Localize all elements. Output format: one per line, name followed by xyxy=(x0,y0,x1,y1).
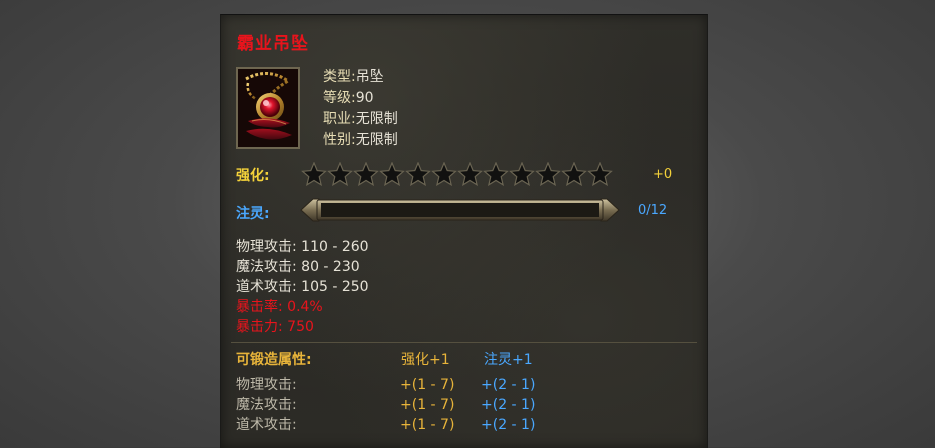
spirit-value: 0/12 xyxy=(638,203,668,218)
forge-row-spirit: +(2 - 1) xyxy=(481,377,536,393)
star-icon xyxy=(483,162,509,186)
star-icon xyxy=(535,162,561,186)
forge-row-name: 魔法攻击: xyxy=(236,397,297,413)
forge-row: 魔法攻击: +(1 - 7) +(2 - 1) xyxy=(236,395,696,415)
pendant-icon xyxy=(238,69,298,147)
star-icon xyxy=(561,162,587,186)
strengthen-label: 强化: xyxy=(236,168,270,184)
forge-row-spirit: +(2 - 1) xyxy=(481,397,536,413)
item-tooltip-panel: 霸业吊坠 类型: 吊坠 等级: 90 职业: 无限制 性别: 无限制 强化: +… xyxy=(220,14,708,448)
info-class-key: 职业: xyxy=(323,111,356,127)
forge-row-spirit: +(2 - 1) xyxy=(481,417,536,433)
star-icon xyxy=(509,162,535,186)
info-level-key: 等级: xyxy=(323,90,356,106)
forge-row-strengthen: +(1 - 7) xyxy=(400,417,455,433)
info-gender-key: 性别: xyxy=(323,132,356,148)
strengthen-stars xyxy=(301,162,613,186)
star-icon xyxy=(431,162,457,186)
star-icon xyxy=(353,162,379,186)
info-class: 职业: 无限制 xyxy=(323,109,398,130)
star-icon xyxy=(587,162,613,186)
star-icon xyxy=(457,162,483,186)
forge-row-strengthen: +(1 - 7) xyxy=(400,397,455,413)
forge-col-spirit: 注灵+1 xyxy=(484,352,533,368)
stat-crit-power: 暴击力: 750 xyxy=(236,319,314,335)
forge-row-strengthen: +(1 - 7) xyxy=(400,377,455,393)
item-icon-frame[interactable] xyxy=(236,67,300,149)
star-icon xyxy=(379,162,405,186)
star-icon xyxy=(327,162,353,186)
stat-taoist-attack: 道术攻击: 105 - 250 xyxy=(236,279,369,295)
attribute-stats: 物理攻击: 110 - 260 魔法攻击: 80 - 230 道术攻击: 105… xyxy=(236,237,369,337)
forge-title: 可锻造属性: xyxy=(236,352,312,368)
info-type-value: 吊坠 xyxy=(355,69,384,85)
forge-row-name: 道术攻击: xyxy=(236,417,297,433)
spirit-progress-bar xyxy=(300,198,620,222)
info-level-value: 90 xyxy=(355,90,374,106)
star-icon xyxy=(405,162,431,186)
forge-col-strengthen: 强化+1 xyxy=(401,352,450,368)
spirit-label: 注灵: xyxy=(236,206,270,222)
item-name: 霸业吊坠 xyxy=(237,34,309,54)
info-type: 类型: 吊坠 xyxy=(323,67,398,88)
stat-crit-rate: 暴击率: 0.4% xyxy=(236,299,323,315)
forge-table: 物理攻击: +(1 - 7) +(2 - 1) 魔法攻击: +(1 - 7) +… xyxy=(236,375,696,435)
stat-magic-attack: 魔法攻击: 80 - 230 xyxy=(236,259,360,275)
info-class-value: 无限制 xyxy=(355,111,398,127)
forge-row: 道术攻击: +(1 - 7) +(2 - 1) xyxy=(236,415,696,435)
section-divider xyxy=(231,342,697,343)
strengthen-value: +0 xyxy=(653,167,673,182)
info-type-key: 类型: xyxy=(323,69,356,85)
info-level: 等级: 90 xyxy=(323,88,398,109)
forge-row: 物理攻击: +(1 - 7) +(2 - 1) xyxy=(236,375,696,395)
info-gender-value: 无限制 xyxy=(355,132,398,148)
info-gender: 性别: 无限制 xyxy=(323,130,398,151)
star-icon xyxy=(301,162,327,186)
stat-physical-attack: 物理攻击: 110 - 260 xyxy=(236,239,369,255)
item-info: 类型: 吊坠 等级: 90 职业: 无限制 性别: 无限制 xyxy=(323,67,398,151)
forge-row-name: 物理攻击: xyxy=(236,377,297,393)
